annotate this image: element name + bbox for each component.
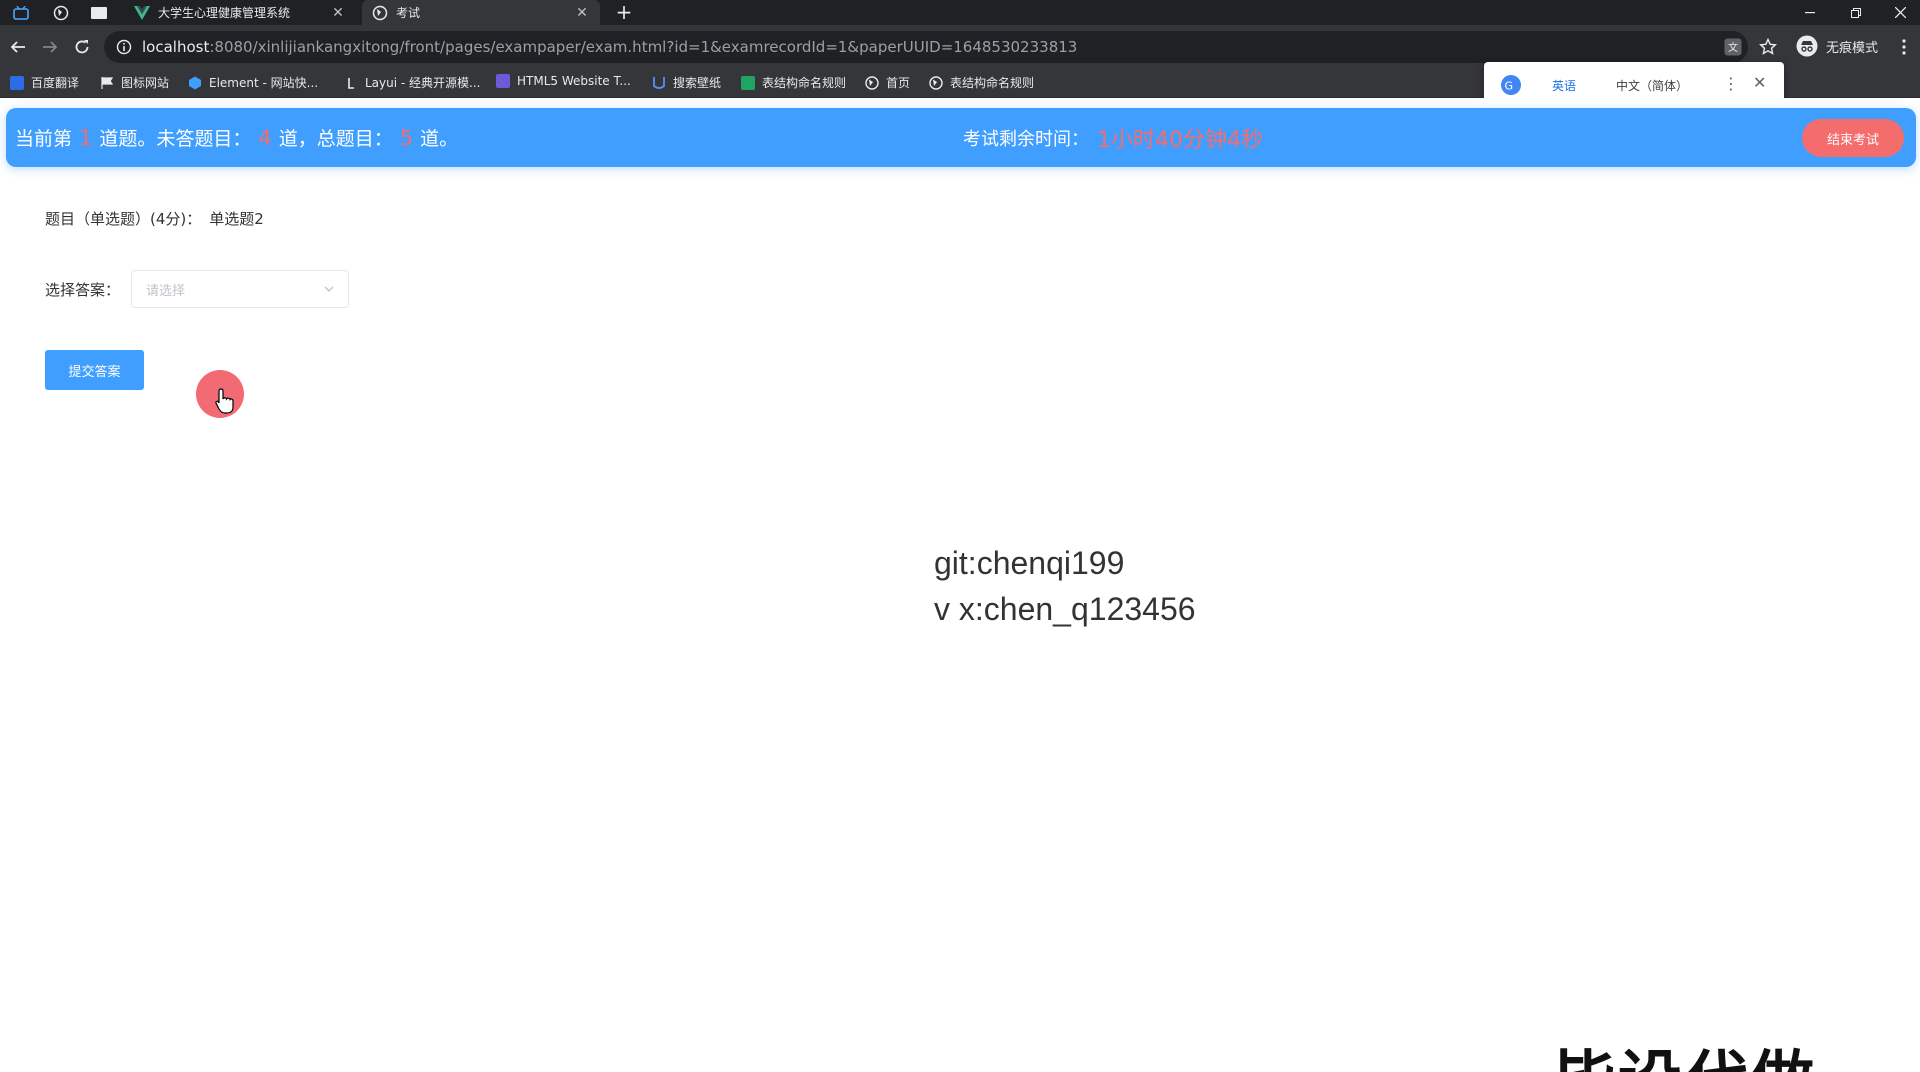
more-options-icon[interactable]: ⋮ xyxy=(1723,74,1739,93)
tab-system[interactable]: 大学生心理健康管理系统 ✕ xyxy=(124,0,356,25)
back-icon[interactable] xyxy=(6,35,30,59)
bookmark-label: 首页 xyxy=(886,76,911,90)
incognito-icon xyxy=(1796,35,1818,57)
bookmark-item[interactable]: Element - 网站快... xyxy=(188,74,318,91)
bookmark-item[interactable]: 搜索壁纸 xyxy=(652,74,721,91)
timer: 考试剩余时间： 1小时40分钟4秒 xyxy=(963,108,1263,167)
url-path: :8080/xinlijiankangxitong/front/pages/ex… xyxy=(209,38,1078,56)
question-label: 题目（单选题）(4分)： xyxy=(45,210,202,228)
layui-icon xyxy=(344,76,358,90)
element-icon xyxy=(188,76,202,90)
incognito-indicator[interactable]: 无痕模式 xyxy=(1796,35,1878,57)
info-icon[interactable] xyxy=(116,39,132,55)
bookmark-label: Layui - 经典开源模... xyxy=(365,76,481,90)
pinned-tab-page-icon[interactable] xyxy=(86,2,112,23)
bookmark-label: 表结构命名规则 xyxy=(950,76,1035,90)
svg-text:文: 文 xyxy=(1728,41,1738,54)
reload-icon[interactable] xyxy=(70,35,94,59)
sheet-icon xyxy=(741,75,755,90)
globe-icon xyxy=(865,75,879,90)
close-window-icon[interactable] xyxy=(1880,0,1920,25)
restore-icon[interactable] xyxy=(1836,0,1876,25)
bookmark-label: 百度翻译 xyxy=(31,76,80,90)
submit-answer-button[interactable]: 提交答案 xyxy=(45,350,144,390)
pinned-tab-bilibili-icon[interactable] xyxy=(8,2,34,23)
minimize-icon[interactable] xyxy=(1790,0,1830,25)
bookmark-label: 表结构命名规则 xyxy=(762,76,847,90)
close-icon[interactable]: ✕ xyxy=(1753,73,1766,92)
incognito-label: 无痕模式 xyxy=(1826,40,1879,56)
svg-text:G: G xyxy=(1505,80,1514,93)
tab-close-icon[interactable]: ✕ xyxy=(330,5,346,21)
bookmark-label: HTML5 Website T... xyxy=(517,74,631,88)
watermark-line2: v x:chen_q123456 xyxy=(934,591,1196,627)
bookmark-item[interactable]: 表结构命名规则 xyxy=(929,74,1034,91)
answer-label: 选择答案： xyxy=(45,280,121,299)
baidu-translate-icon xyxy=(10,75,24,90)
total-count: 5 xyxy=(399,125,414,150)
google-translate-icon: G xyxy=(1501,75,1521,95)
end-exam-button[interactable]: 结束考试 xyxy=(1802,119,1904,157)
bookmark-label: Element - 网站快... xyxy=(209,76,319,90)
flag-icon xyxy=(100,76,114,90)
progress-summary: 当前第 1 道题。未答题目： 4 道，总题目： 5 道。 xyxy=(15,108,458,167)
bookmark-item[interactable]: 表结构命名规则 xyxy=(741,74,846,91)
url-host: localhost xyxy=(142,38,210,56)
forward-icon[interactable] xyxy=(38,35,62,59)
menu-more-icon[interactable] xyxy=(1893,36,1915,58)
total-suffix: 道。 xyxy=(420,128,459,150)
hand-cursor-icon xyxy=(215,388,234,414)
watermark-line1: git:chenqi199 xyxy=(934,545,1125,581)
bookmark-item[interactable]: 首页 xyxy=(865,74,910,91)
globe-icon xyxy=(372,5,388,20)
bookmark-label: 图标网站 xyxy=(121,76,170,90)
browser-tab-bar: 大学生心理健康管理系统 ✕ 考试 ✕ + xyxy=(0,0,1920,25)
translate-tab-source[interactable]: 英语 xyxy=(1552,77,1576,94)
timer-value: 1小时40分钟4秒 xyxy=(1097,127,1263,153)
unanswered-count: 4 xyxy=(258,125,272,150)
answer-select[interactable]: 请选择 xyxy=(131,270,349,308)
current-prefix: 当前第 xyxy=(15,128,73,150)
current-question-number: 1 xyxy=(79,125,93,150)
screen: 大学生心理健康管理系统 ✕ 考试 ✕ + localhost:8080/xinl… xyxy=(0,0,1920,1072)
translate-tab-target[interactable]: 中文（简体） xyxy=(1616,77,1688,94)
question-text: 单选题2 xyxy=(209,210,264,228)
current-suffix: 道题。未答题目： xyxy=(99,128,252,150)
timer-label: 考试剩余时间： xyxy=(963,128,1089,150)
unanswered-suffix: 道，总题目： xyxy=(278,128,393,150)
url-text: localhost:8080/xinlijiankangxitong/front… xyxy=(142,38,1077,56)
tab-title: 大学生心理健康管理系统 xyxy=(158,6,291,20)
bookmark-item[interactable]: HTML5 Website T... xyxy=(496,74,631,88)
vue-icon xyxy=(134,5,150,20)
address-bar[interactable]: localhost:8080/xinlijiankangxitong/front… xyxy=(104,31,1748,63)
bookmark-item[interactable]: 百度翻译 xyxy=(10,74,79,91)
exam-header-bar: 当前第 1 道题。未答题目： 4 道，总题目： 5 道。 考试剩余时间： 1小时… xyxy=(6,108,1916,167)
chevron-down-icon xyxy=(324,286,334,292)
bookmark-label: 搜索壁纸 xyxy=(673,76,722,90)
question: 题目（单选题）(4分)： 单选题2 xyxy=(45,208,264,229)
watermark-text: git:chenqi199 v x:chen_q123456 xyxy=(934,540,1196,632)
bookmark-item[interactable]: Layui - 经典开源模... xyxy=(344,74,480,91)
tab-exam[interactable]: 考试 ✕ xyxy=(362,0,600,25)
bookmark-item[interactable]: 图标网站 xyxy=(100,74,169,91)
new-tab-button[interactable]: + xyxy=(612,1,636,23)
translate-icon[interactable]: 文 xyxy=(1722,36,1744,58)
tab-title: 考试 xyxy=(396,6,421,20)
html5-icon xyxy=(496,74,510,88)
answer-select-placeholder: 请选择 xyxy=(146,283,186,299)
exam-page: 当前第 1 道题。未答题目： 4 道，总题目： 5 道。 考试剩余时间： 1小时… xyxy=(0,98,1920,1072)
wallpaper-icon xyxy=(652,76,666,90)
corner-watermark: 毕设代做 xyxy=(1552,1030,1816,1072)
answer-row: 选择答案： 请选择 xyxy=(45,270,349,308)
bookmark-star-icon[interactable] xyxy=(1757,36,1779,58)
pinned-tab-globe-icon[interactable] xyxy=(48,2,74,23)
tab-close-icon[interactable]: ✕ xyxy=(574,5,590,21)
globe-icon xyxy=(929,75,943,90)
